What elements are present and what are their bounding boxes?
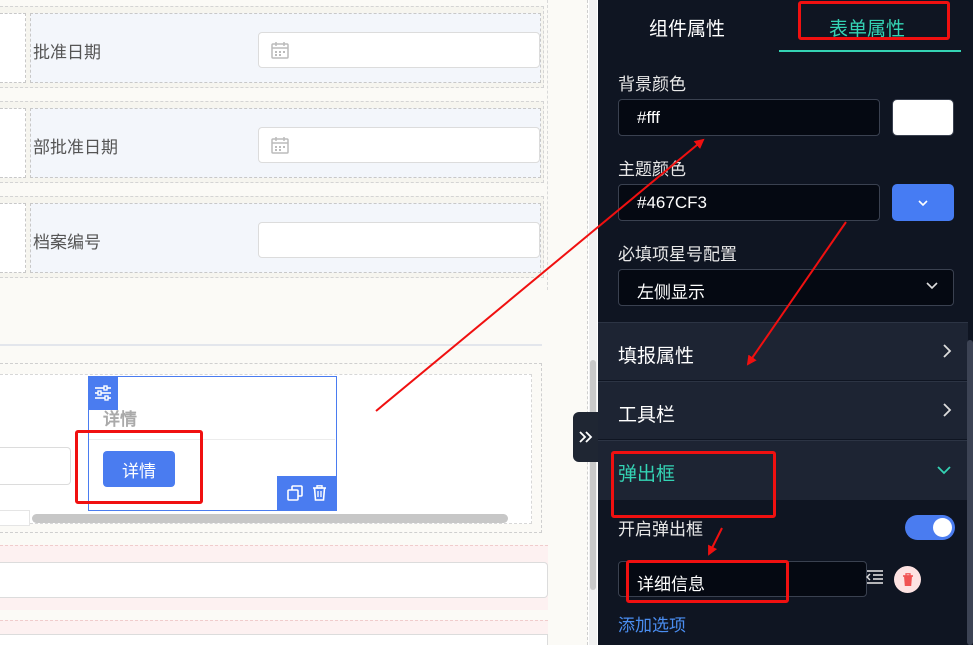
field-cell[interactable]: 档案编号 <box>30 203 541 273</box>
section-toolbar-label: 工具栏 <box>618 405 676 426</box>
required-star-label: 必填项星号配置 <box>618 245 737 264</box>
canvas-scrollbar-thumb[interactable] <box>590 360 596 590</box>
calendar-icon <box>271 137 289 154</box>
approval-date-input[interactable] <box>258 32 540 68</box>
enable-popup-label: 开启弹出框 <box>618 520 703 539</box>
text-input[interactable] <box>0 562 548 598</box>
field-row-dept-approval-date: 部批准日期 <box>0 101 544 183</box>
section-divider <box>0 344 542 346</box>
theme-color-picker[interactable] <box>892 184 954 221</box>
section-popup-label: 弹出框 <box>618 464 676 485</box>
subtable-horizontal-scrollbar[interactable] <box>32 514 508 523</box>
tab-component-properties[interactable]: 组件属性 <box>649 14 725 41</box>
panel-collapse-button[interactable] <box>573 412 598 462</box>
section-fill-properties[interactable]: 填报属性 <box>598 322 968 380</box>
copy-icon[interactable] <box>287 485 304 501</box>
field-label-archive-number: 档案编号 <box>33 233 101 252</box>
double-chevron-right-icon <box>578 431 592 443</box>
column-header-divider <box>89 439 335 440</box>
column-settings-button[interactable] <box>88 376 118 410</box>
dept-approval-date-input[interactable] <box>258 127 540 163</box>
form-canvas: 批准日期 部批准日期 档案编号 详情 详情 <box>0 0 588 645</box>
field-cell[interactable]: 批准日期 <box>30 13 541 83</box>
tab-form-properties[interactable]: 表单属性 <box>829 14 905 41</box>
add-option-link[interactable]: 添加选项 <box>618 611 686 636</box>
required-star-value: 左侧显示 <box>637 283 705 302</box>
calendar-icon <box>271 42 289 59</box>
chevron-down-icon <box>918 199 928 206</box>
field-stub <box>0 13 26 83</box>
section-popup[interactable]: 弹出框 <box>598 440 968 500</box>
section-toolbar[interactable]: 工具栏 <box>598 381 968 439</box>
field-row-archive-number: 档案编号 <box>0 196 544 278</box>
chevron-right-icon <box>943 344 952 358</box>
field-label-approval-date: 批准日期 <box>33 43 101 62</box>
chevron-down-icon <box>926 282 938 290</box>
trash-icon <box>902 572 913 586</box>
required-star-select[interactable]: 左侧显示 <box>618 269 954 306</box>
subtable-cell-input[interactable] <box>0 510 30 526</box>
panel-tabs: 组件属性 表单属性 <box>598 0 973 54</box>
indent-icon[interactable] <box>866 569 884 585</box>
bg-color-input[interactable]: #fff <box>618 99 880 136</box>
theme-color-label: 主题颜色 <box>618 160 686 179</box>
sliders-icon <box>95 385 111 401</box>
archive-number-input[interactable] <box>258 222 540 258</box>
form-section: 批准日期 部批准日期 档案编号 <box>0 0 548 290</box>
panel-scrollbar[interactable] <box>967 340 973 645</box>
field-stub <box>0 108 26 178</box>
detail-button[interactable]: 详情 <box>103 451 175 487</box>
column-toolbar <box>277 476 337 510</box>
field-stub <box>0 203 26 273</box>
property-panel: 组件属性 表单属性 背景颜色 #fff 主题颜色 #467CF3 必填项星号配置… <box>598 0 973 645</box>
theme-color-input[interactable]: #467CF3 <box>618 184 880 221</box>
subtable-cell-input[interactable] <box>0 447 71 485</box>
canvas-border <box>587 0 588 645</box>
chevron-down-icon <box>937 466 951 475</box>
chevron-right-icon <box>943 403 952 417</box>
text-input[interactable] <box>0 634 548 645</box>
bg-color-label: 背景颜色 <box>618 75 686 94</box>
field-row-approval-date: 批准日期 <box>0 6 544 88</box>
section-fill-label: 填报属性 <box>618 346 695 367</box>
delete-option-button[interactable] <box>894 566 921 593</box>
field-label-dept-approval-date: 部批准日期 <box>33 138 118 157</box>
popup-option-input[interactable]: 详细信息 <box>618 561 867 597</box>
active-tab-indicator <box>779 50 961 52</box>
enable-popup-toggle[interactable] <box>905 515 955 540</box>
toggle-knob <box>933 518 952 537</box>
bg-color-swatch[interactable] <box>892 99 954 136</box>
trash-icon[interactable] <box>312 485 327 501</box>
field-cell[interactable]: 部批准日期 <box>30 108 541 178</box>
